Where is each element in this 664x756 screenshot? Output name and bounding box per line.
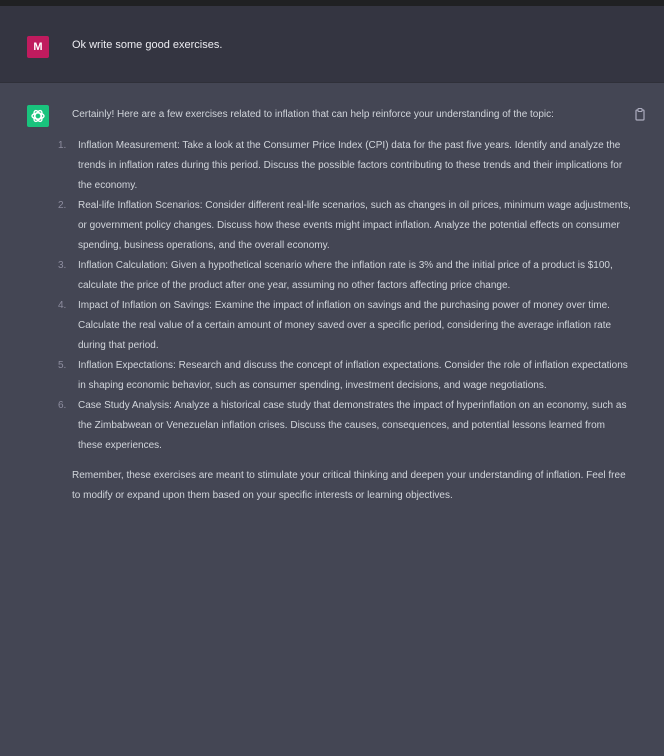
list-item-text: Case Study Analysis: Analyze a historica… [78,400,627,451]
assistant-intro: Certainly! Here are a few exercises rela… [72,109,554,120]
list-item-number: 4. [58,300,67,311]
user-message-text: Ok write some good exercises. [72,39,223,51]
clipboard-copy-icon[interactable] [633,107,647,121]
list-item-number: 3. [58,260,67,271]
list-item-number: 2. [58,200,67,211]
assistant-message-row: Certainly! Here are a few exercises rela… [0,83,664,756]
list-item: 6. Case Study Analysis: Analyze a histor… [58,396,632,456]
list-item-text: Inflation Measurement: Take a look at th… [78,140,623,191]
list-item-text: Inflation Expectations: Research and dis… [78,360,628,391]
chat-page: M Ok write some good exercises. Certainl… [0,0,664,756]
list-item: 4. Impact of Inflation on Savings: Exami… [58,296,632,356]
assistant-closing: Remember, these exercises are meant to s… [72,470,626,501]
list-item-number: 6. [58,400,67,411]
assistant-avatar [27,105,49,127]
list-item: 1. Inflation Measurement: Take a look at… [58,136,632,196]
list-item-number: 5. [58,360,67,371]
list-item-text: Impact of Inflation on Savings: Examine … [78,300,612,351]
user-message-row: M Ok write some good exercises. [0,6,664,83]
list-item: 2. Real-life Inflation Scenarios: Consid… [58,196,632,256]
list-item-text: Inflation Calculation: Given a hypotheti… [78,260,613,291]
list-item: 3. Inflation Calculation: Given a hypoth… [58,256,632,296]
list-item-number: 1. [58,140,67,151]
list-item: 5. Inflation Expectations: Research and … [58,356,632,396]
exercise-list: 1. Inflation Measurement: Take a look at… [58,136,632,456]
list-item-text: Real-life Inflation Scenarios: Consider … [78,200,631,251]
user-avatar: M [27,36,49,58]
openai-logo-icon [31,109,45,123]
assistant-message-body: Certainly! Here are a few exercises rela… [58,105,632,506]
